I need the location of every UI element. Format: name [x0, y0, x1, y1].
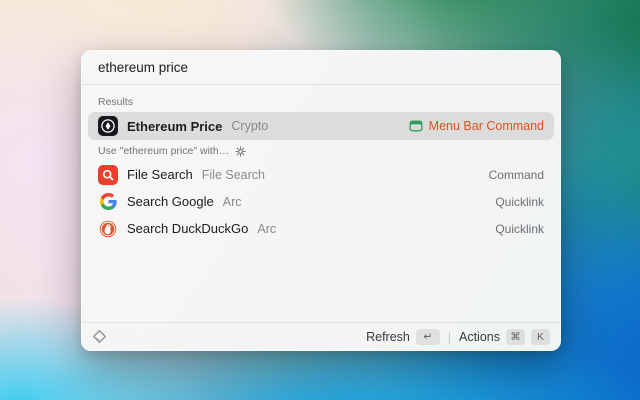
list-item-subtitle: File Search: [201, 167, 265, 182]
list-item-title: Search DuckDuckGo: [127, 221, 249, 236]
list-item-subtitle: Crypto: [231, 119, 269, 133]
list-item-title: File Search: [127, 167, 193, 182]
gear-icon[interactable]: [235, 145, 246, 157]
list-item-search-google[interactable]: Search Google Arc Quicklink: [88, 188, 554, 215]
list-item-ethereum-price[interactable]: Ethereum Price Crypto Menu Bar Command: [88, 112, 554, 140]
list-item-title: Search Google: [127, 194, 214, 209]
file-search-icon: [98, 164, 118, 185]
list-item-subtitle: Arc: [222, 194, 242, 209]
list-item-subtitle: Arc: [257, 221, 277, 236]
item-type-badge: Quicklink: [495, 194, 544, 209]
footer-separator: |: [447, 329, 451, 344]
footer-bar: Refresh ↵ | Actions ⌘ K: [82, 322, 560, 350]
launcher-window: Results Ethereum Price Crypto: [81, 50, 561, 351]
item-type-badge: Command: [488, 167, 544, 182]
return-key-badge: ↵: [415, 328, 440, 345]
refresh-button[interactable]: Refresh ↵: [366, 328, 440, 345]
results-list: Results Ethereum Price Crypto Menu Bar C…: [82, 85, 560, 322]
diamond-extension-icon: [92, 329, 107, 344]
ethereum-icon: [98, 116, 118, 136]
duckduckgo-icon: [98, 219, 118, 239]
list-item-title: Ethereum Price: [127, 118, 223, 134]
list-item-file-search[interactable]: File Search File Search Command: [88, 161, 554, 188]
desktop: { "colors": { "accent_orange": "#D9541F"…: [0, 0, 640, 400]
list-item-search-duckduckgo[interactable]: Search DuckDuckGo Arc Quicklink: [88, 215, 554, 242]
item-type-badge: Menu Bar Command: [409, 119, 544, 133]
k-key-badge: K: [531, 328, 550, 345]
cmd-key-badge: ⌘: [506, 328, 525, 345]
results-section-label: Results: [98, 96, 134, 108]
search-bar: [82, 51, 560, 85]
item-type-badge: Quicklink: [495, 221, 544, 236]
actions-button[interactable]: Actions ⌘ K: [459, 328, 550, 345]
use-with-section-label: Use "ethereum price" with…: [88, 140, 554, 161]
google-icon: [98, 192, 118, 212]
search-input[interactable]: [98, 60, 544, 75]
menu-bar-icon: [409, 119, 423, 133]
